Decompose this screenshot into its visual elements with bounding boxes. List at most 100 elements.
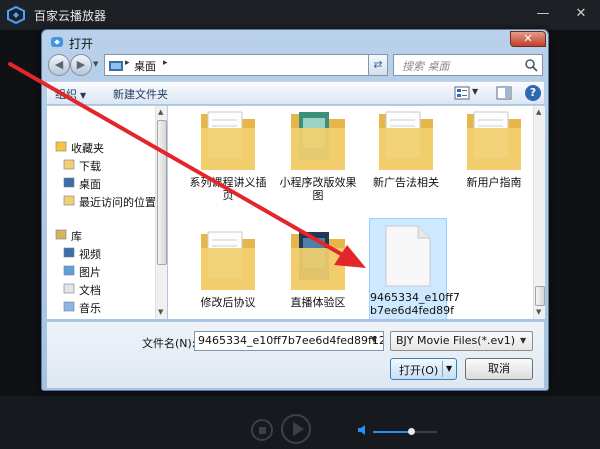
folder-item[interactable]: 直播体验区 (278, 220, 358, 319)
file-name-line: 9465334_e10ff7 (370, 291, 460, 304)
document-file-icon (385, 225, 431, 287)
help-icon[interactable]: ? (525, 85, 541, 101)
new-folder-button[interactable]: 新建文件夹 (113, 86, 168, 102)
file-name-line: 图 (312, 189, 324, 202)
folder-item[interactable]: 小程序改版效果图 (278, 106, 358, 206)
file-type-dropdown-icon[interactable]: ▼ (520, 336, 526, 345)
open-dialog: 打开 ✕ ◀ ▶ ▼ ▸ 桌面 ▸ ▼ ⇄ 搜索 桌面 组织▼ 新建文件夹 ▼ … (41, 29, 549, 391)
library-icon (55, 229, 67, 240)
volume-fill (373, 431, 412, 433)
music-icon (63, 301, 75, 312)
nav-item-label: 桌面 (79, 178, 101, 191)
organize-label: 组织 (55, 88, 77, 101)
nav-item-label: 最近访问的位置 (79, 196, 155, 209)
address-bar[interactable]: ▸ 桌面 ▸ ▼ (104, 54, 385, 76)
scroll-down-icon[interactable]: ▼ (158, 308, 163, 316)
open-label: 打开(O) (399, 364, 439, 377)
cancel-button[interactable]: 取消 (465, 358, 533, 380)
play-button[interactable] (281, 414, 311, 444)
file-name-line: 系列课程讲义插 (189, 176, 267, 189)
folder-item[interactable]: 新广告法相关 (366, 106, 446, 206)
search-icon[interactable] (524, 58, 538, 72)
volume-slider[interactable] (373, 431, 437, 433)
file-name-line: 页 (222, 189, 234, 202)
breadcrumb-separator[interactable]: ▸ (125, 58, 130, 68)
preview-pane-icon[interactable] (496, 86, 512, 100)
scroll-up-icon[interactable]: ▲ (536, 108, 541, 116)
download-folder-icon (63, 159, 75, 170)
player-title: 百家云播放器 (34, 9, 107, 23)
picture-icon (63, 265, 75, 276)
filename-field[interactable]: 9465334_e10ff7b7ee6d4fed89f127287a ▼ (194, 331, 384, 351)
dialog-app-icon (51, 37, 63, 47)
file-name-line: 127287a2db85c (370, 317, 460, 319)
folder-icon (291, 232, 345, 290)
filename-label: 文件名(N): (142, 337, 196, 350)
nav-item-label: 下载 (79, 160, 101, 173)
file-name-line: 修改后协议 (200, 296, 256, 309)
folder-icon (379, 111, 433, 170)
navigation-scroll-thumb[interactable] (157, 120, 167, 265)
nav-item-label: 音乐 (79, 302, 101, 315)
file-list-scrollbar[interactable]: ▲ ▼ (533, 106, 545, 319)
file-name-label: 系列课程讲义插页 (188, 176, 268, 202)
open-button-divider (442, 361, 443, 377)
file-name-label: 新用户指南 (454, 176, 533, 189)
dialog-title: 打开 (69, 37, 94, 51)
dialog-footer: 文件名(N): 9465334_e10ff7b7ee6d4fed89f12728… (47, 322, 544, 388)
player-close-button[interactable]: ✕ (573, 6, 589, 22)
open-dropdown-icon[interactable]: ▼ (446, 364, 452, 373)
volume-icon[interactable] (358, 425, 368, 435)
command-toolbar: 组织 ▼ 新建文件夹 ▼ ? (47, 81, 544, 105)
folder-icon (201, 231, 255, 290)
minimize-button[interactable]: — (535, 6, 551, 22)
folder-item[interactable]: 系列课程讲义插页 (188, 106, 268, 206)
file-name-label: 9465334_e10ff7b7ee6d4fed89f127287a2db85c… (370, 291, 460, 319)
nav-item-label: 图片 (79, 266, 101, 279)
file-name-label: 新广告法相关 (366, 176, 446, 189)
organize-dropdown-icon: ▼ (80, 91, 87, 100)
search-input[interactable]: 搜索 桌面 (393, 54, 543, 76)
scroll-down-icon[interactable]: ▼ (536, 308, 541, 316)
video-icon (63, 247, 75, 258)
document-icon (63, 283, 75, 294)
file-name-line: 小程序改版效果 (279, 176, 357, 189)
file-name-label: 直播体验区 (278, 296, 358, 309)
breadcrumb-location[interactable]: 桌面 (134, 58, 156, 74)
nav-item-label: 库 (71, 230, 82, 243)
view-dropdown-icon[interactable]: ▼ (472, 87, 478, 96)
file-list: 系列课程讲义插页小程序改版效果图新广告法相关 新用户指南 修改后协议 直播体验区 946… (168, 106, 533, 319)
player-logo-icon (7, 6, 25, 24)
organize-button[interactable]: 组织 ▼ (55, 86, 86, 102)
player-titlebar: 百家云播放器 — ✕ (0, 0, 600, 30)
file-list-scroll-thumb[interactable] (535, 286, 545, 306)
nav-item-label: 收藏夹 (71, 142, 104, 155)
nav-item-label: 文档 (79, 284, 101, 297)
navigation-pane: 收藏夹下载桌面最近访问的位置库视频图片文档音乐计算机 (47, 106, 155, 319)
back-button[interactable]: ◀ (48, 54, 70, 76)
file-name-line: 新用户指南 (466, 176, 522, 189)
dialog-close-button[interactable]: ✕ (510, 31, 546, 47)
file-item[interactable]: 9465334_e10ff7b7ee6d4fed89f127287a2db85c… (369, 218, 460, 319)
desktop-icon (63, 177, 75, 188)
forward-button[interactable]: ▶ (70, 54, 92, 76)
recent-places-icon (63, 195, 75, 206)
stop-button[interactable] (251, 419, 273, 441)
refresh-button[interactable]: ⇄ (368, 54, 388, 76)
desktop-folder-icon (109, 61, 123, 71)
open-button[interactable]: 打开(O) ▼ (390, 358, 457, 380)
breadcrumb-separator[interactable]: ▸ (163, 58, 168, 68)
filename-dropdown-icon[interactable]: ▼ (371, 335, 377, 344)
folder-item[interactable]: 修改后协议 (188, 220, 268, 319)
file-name-line: 新广告法相关 (373, 176, 439, 189)
navigation-scrollbar[interactable]: ▲ ▼ (155, 106, 167, 319)
file-type-select[interactable]: BJY Movie Files(*.ev1) ▼ (390, 331, 533, 351)
file-type-value: BJY Movie Files(*.ev1) (396, 334, 516, 347)
search-placeholder: 搜索 桌面 (402, 60, 450, 73)
history-dropdown-icon[interactable]: ▼ (93, 60, 101, 68)
scroll-up-icon[interactable]: ▲ (158, 108, 163, 116)
file-name-line: 直播体验区 (290, 296, 346, 309)
filename-value: 9465334_e10ff7b7ee6d4fed89f127287a (198, 334, 384, 347)
view-options-icon[interactable] (454, 86, 470, 100)
folder-item[interactable]: 新用户指南 (454, 106, 533, 206)
